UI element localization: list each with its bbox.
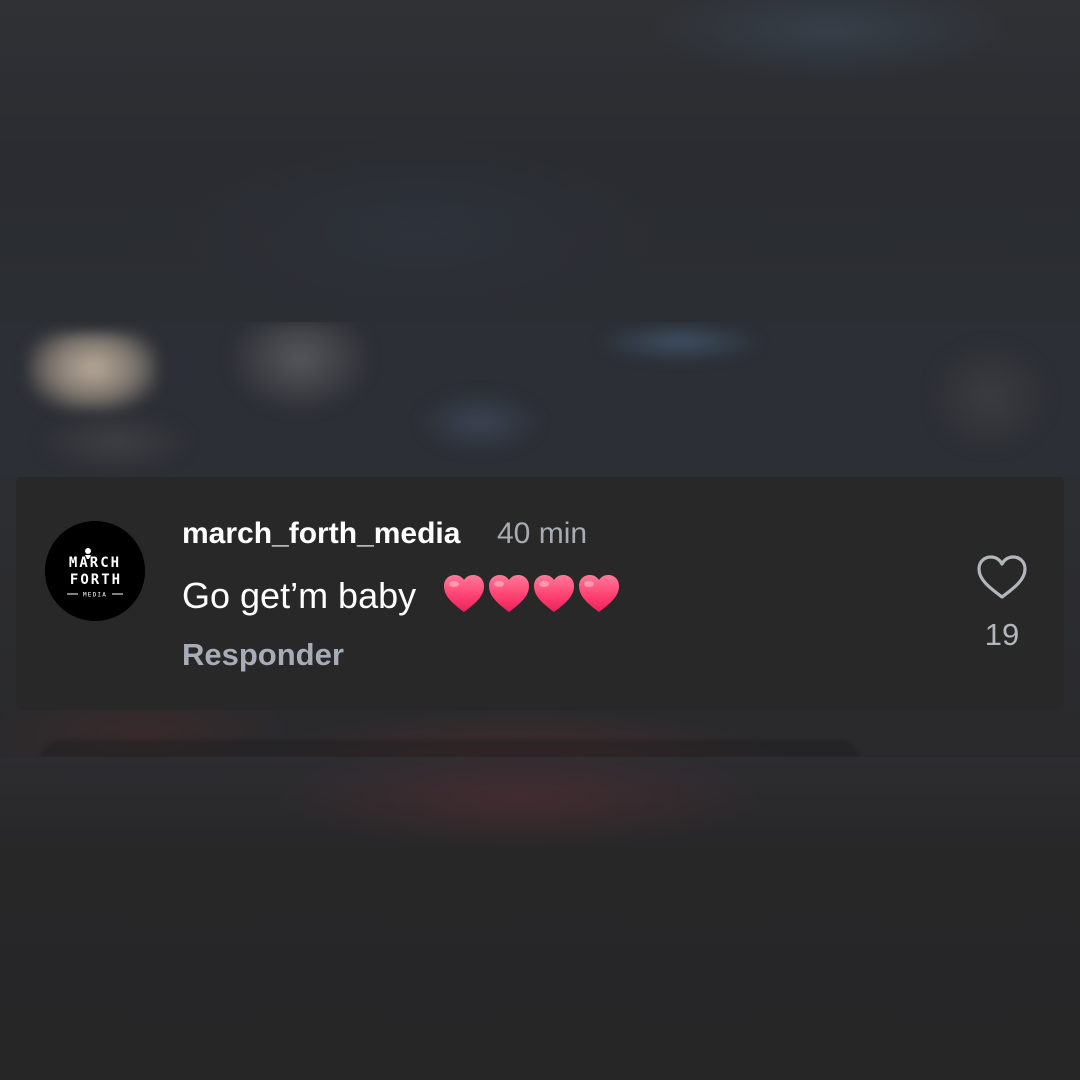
march-forth-media-logo-icon: MARCH FORTH MEDIA <box>45 521 145 621</box>
heart-outline-icon <box>977 555 1027 599</box>
blurred-background-top <box>0 0 1080 322</box>
avatar[interactable]: MARCH FORTH MEDIA <box>45 521 145 621</box>
svg-text:MEDIA: MEDIA <box>83 592 107 599</box>
comment-timestamp: 40 min <box>497 517 588 550</box>
svg-text:FORTH: FORTH <box>70 572 122 588</box>
screenshot-stage: MARCH FORTH MEDIA march_forth_media 40 m… <box>0 0 1080 1080</box>
comment-emoji-group <box>442 572 621 618</box>
svg-text:MARCH: MARCH <box>69 555 121 571</box>
like-button[interactable] <box>974 553 1030 603</box>
heart-emoji-icon <box>444 575 484 612</box>
heart-emoji-icon <box>489 575 529 612</box>
reply-button[interactable]: Responder <box>182 634 344 676</box>
heart-emoji-icon <box>534 575 574 612</box>
heart-emoji-icon <box>579 575 619 612</box>
like-count: 19 <box>984 617 1020 652</box>
comment-text: Go get’m baby <box>182 575 417 616</box>
pixelated-background-strip <box>0 322 1080 477</box>
blurred-lower-panel <box>0 757 1080 1080</box>
comment-username[interactable]: march_forth_media <box>182 514 460 554</box>
